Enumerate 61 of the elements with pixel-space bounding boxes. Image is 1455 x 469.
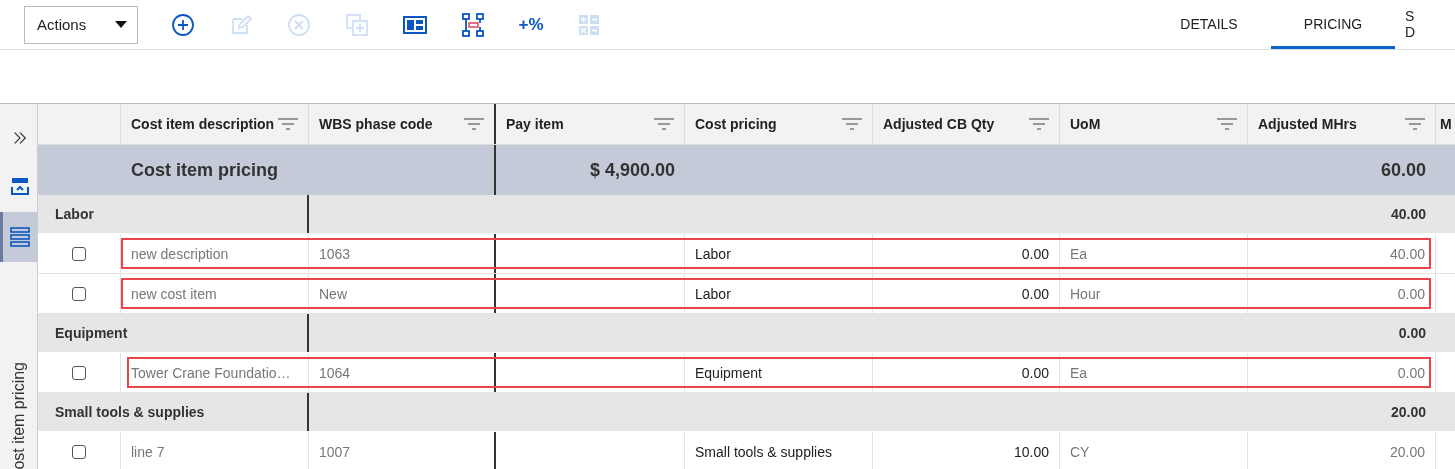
calculator-icon [577,12,601,37]
filter-icon [278,118,298,130]
table-cell: 0.00 [873,353,1060,392]
table-cell: new cost item [121,274,309,313]
tab[interactable]: DETAILS [1147,0,1271,49]
column-header: M [1440,116,1452,132]
summary-total: $ 4,900.00 [588,158,676,182]
add-icon [171,12,195,37]
summary-label: Cost item pricing [130,158,279,182]
filter-icon [842,118,862,130]
column-header: Adjusted CB Qty [883,116,995,132]
filter-icon [464,118,484,130]
actions-dropdown[interactable]: Actions [24,5,138,44]
table-cell: Ea [1060,353,1248,392]
table-cell: Hour [1060,274,1248,313]
table-cell: CY [1060,432,1248,469]
table-cell: 0.00 [873,274,1060,313]
summary-total: 60.00 [1379,158,1427,182]
table-cell: Equipment [685,353,873,392]
filter-icon [1217,118,1237,130]
percent-button[interactable]: +% [502,4,560,45]
column-header: UoM [1070,116,1101,132]
table-cell: 0.00 [873,234,1060,273]
group-total: 0.00 [1397,324,1427,343]
table-cell: 20.00 [1248,432,1436,469]
tab[interactable]: S D [1395,0,1455,49]
column-header: Cost item description [131,116,275,132]
copy-plus-icon [345,12,369,37]
column-header: WBS phase code [319,116,433,132]
checkbox[interactable] [72,365,86,380]
close-circle-icon [287,12,311,37]
filter-icon [1405,118,1425,130]
edit-icon [229,12,253,37]
filter-icon [1029,118,1049,130]
table-cell: Labor [685,274,873,313]
group-total: 20.00 [1389,403,1427,422]
rows-icon [10,227,30,247]
table-cell: 10.00 [873,432,1060,469]
table-cell: Tower Crane Foundatio… [121,353,309,392]
filter-icon [654,118,674,130]
column-header: Pay item [506,116,564,132]
caret-icon [115,21,127,28]
table-cell: 0.00 [1248,353,1436,392]
table-cell: 1007 [309,432,496,469]
table-cell: Ea [1060,234,1248,273]
group-total: 40.00 [1389,205,1427,224]
collapse-rows-icon [11,177,29,195]
table-cell: Labor [685,234,873,273]
hierarchy-icon [461,12,485,37]
table-cell: Small tools & supplies [685,432,873,469]
tab[interactable]: PRICING [1271,0,1395,49]
checkbox[interactable] [72,444,86,459]
checkbox[interactable] [72,246,86,261]
table-cell: 0.00 [1248,274,1436,313]
table-cell: new description [121,234,309,273]
column-header: Cost pricing [695,116,777,132]
column-header: Adjusted MHrs [1258,116,1357,132]
double-chevron-icon [12,129,28,147]
table-cell: 40.00 [1248,234,1436,273]
checkbox[interactable] [72,286,86,301]
table-cell: line 7 [121,432,309,469]
